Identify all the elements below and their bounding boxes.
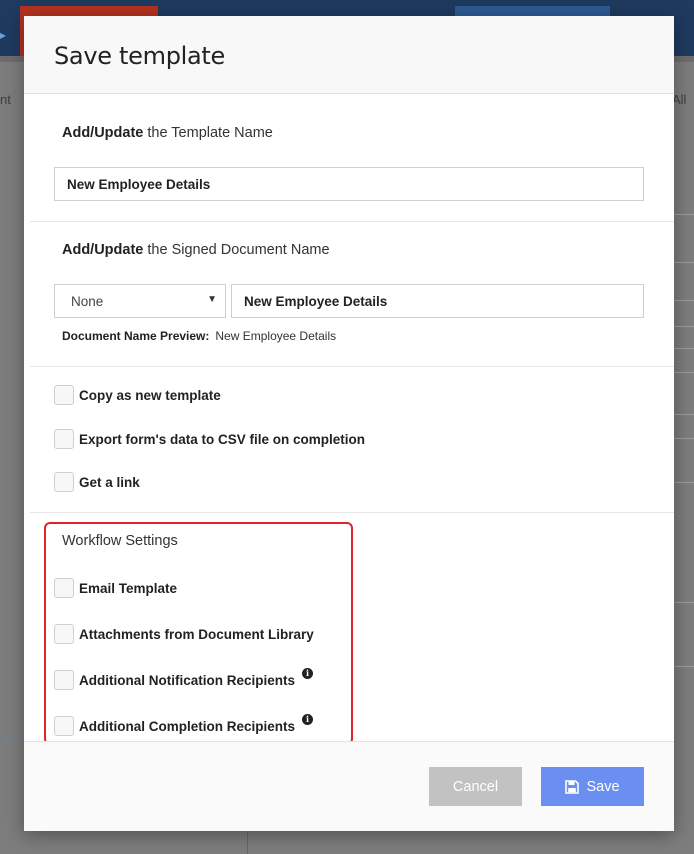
dialog-header: Save template	[24, 16, 674, 94]
additional-notification-recipients-option[interactable]: Additional Notification Recipients i	[54, 667, 314, 690]
export-csv-option[interactable]: Export form's data to CSV file on comple…	[54, 429, 365, 449]
background-line	[674, 414, 694, 415]
get-a-link-option[interactable]: Get a link	[54, 472, 140, 492]
additional-notification-recipients-label: Additional Notification Recipients	[79, 672, 296, 688]
copy-as-new-template-label: Copy as new template	[79, 387, 221, 403]
background-line	[674, 326, 694, 327]
workflow-settings-title: Workflow Settings	[62, 533, 178, 549]
document-name-preview-label: Document Name Preview:	[62, 329, 210, 343]
document-name-input[interactable]: New Employee Details	[231, 284, 644, 318]
additional-notification-recipients-checkbox[interactable]	[54, 670, 74, 690]
background-caret-icon: ▸	[0, 28, 7, 42]
template-name-label-rest: the Template Name	[143, 125, 273, 141]
save-button-label: Save	[586, 778, 620, 795]
background-line	[674, 300, 694, 301]
get-a-link-label: Get a link	[79, 474, 140, 490]
get-a-link-checkbox[interactable]	[54, 472, 74, 492]
background-line	[674, 438, 694, 439]
attachments-option[interactable]: Attachments from Document Library	[54, 624, 314, 644]
email-template-label: Email Template	[79, 580, 178, 596]
attachments-checkbox[interactable]	[54, 624, 74, 644]
additional-completion-recipients-option[interactable]: Additional Completion Recipients i	[54, 713, 314, 736]
template-name-input[interactable]: New Employee Details	[54, 167, 644, 201]
cancel-button-label: Cancel	[452, 778, 499, 795]
background-line	[674, 262, 694, 263]
document-name-value: New Employee Details	[244, 293, 388, 309]
background-line	[674, 214, 694, 215]
dialog-title: Save template	[54, 42, 225, 70]
caret-down-icon: ▼	[207, 294, 217, 305]
template-name-value: New Employee Details	[67, 176, 211, 192]
attachments-label: Attachments from Document Library	[79, 626, 314, 642]
background-line	[674, 666, 694, 667]
additional-completion-recipients-checkbox[interactable]	[54, 716, 74, 736]
copy-as-new-template-checkbox[interactable]	[54, 385, 74, 405]
section-divider	[30, 512, 674, 513]
document-name-preview: Document Name Preview: New Employee Detai…	[62, 329, 336, 343]
email-template-option[interactable]: Email Template	[54, 578, 177, 598]
additional-completion-recipients-label: Additional Completion Recipients	[79, 718, 296, 734]
section-divider	[30, 221, 674, 222]
save-button[interactable]: Save	[541, 767, 644, 806]
export-csv-checkbox[interactable]	[54, 429, 74, 449]
background-vertical-line	[247, 832, 248, 854]
background-text-left: nt	[0, 92, 11, 107]
background-line	[674, 602, 694, 603]
background-text-right: All	[672, 92, 687, 107]
info-icon[interactable]: i	[302, 713, 314, 725]
copy-as-new-template-option[interactable]: Copy as new template	[54, 385, 221, 405]
section-divider	[30, 366, 674, 367]
background-line	[674, 348, 694, 349]
document-name-preview-value: New Employee Details	[215, 329, 337, 343]
document-name-label-bold: Add/Update	[62, 242, 144, 258]
floppy-disk-icon	[565, 779, 580, 794]
save-template-dialog: Save template Add/Update the Template Na…	[24, 16, 674, 831]
document-name-label: Add/Update the Signed Document Name	[62, 242, 330, 258]
template-name-label: Add/Update the Template Name	[62, 125, 273, 141]
email-template-checkbox[interactable]	[54, 578, 74, 598]
background-line	[674, 482, 694, 483]
document-name-prefix-select[interactable]: None ▼	[54, 284, 226, 318]
background-line	[674, 372, 694, 373]
export-csv-label: Export form's data to CSV file on comple…	[79, 431, 365, 447]
background-dashed-line	[0, 738, 24, 739]
document-name-prefix-value: None	[71, 293, 104, 309]
template-name-label-bold: Add/Update	[62, 125, 144, 141]
info-icon[interactable]: i	[302, 667, 314, 679]
cancel-button[interactable]: Cancel	[429, 767, 522, 806]
document-name-label-rest: the Signed Document Name	[143, 242, 330, 258]
